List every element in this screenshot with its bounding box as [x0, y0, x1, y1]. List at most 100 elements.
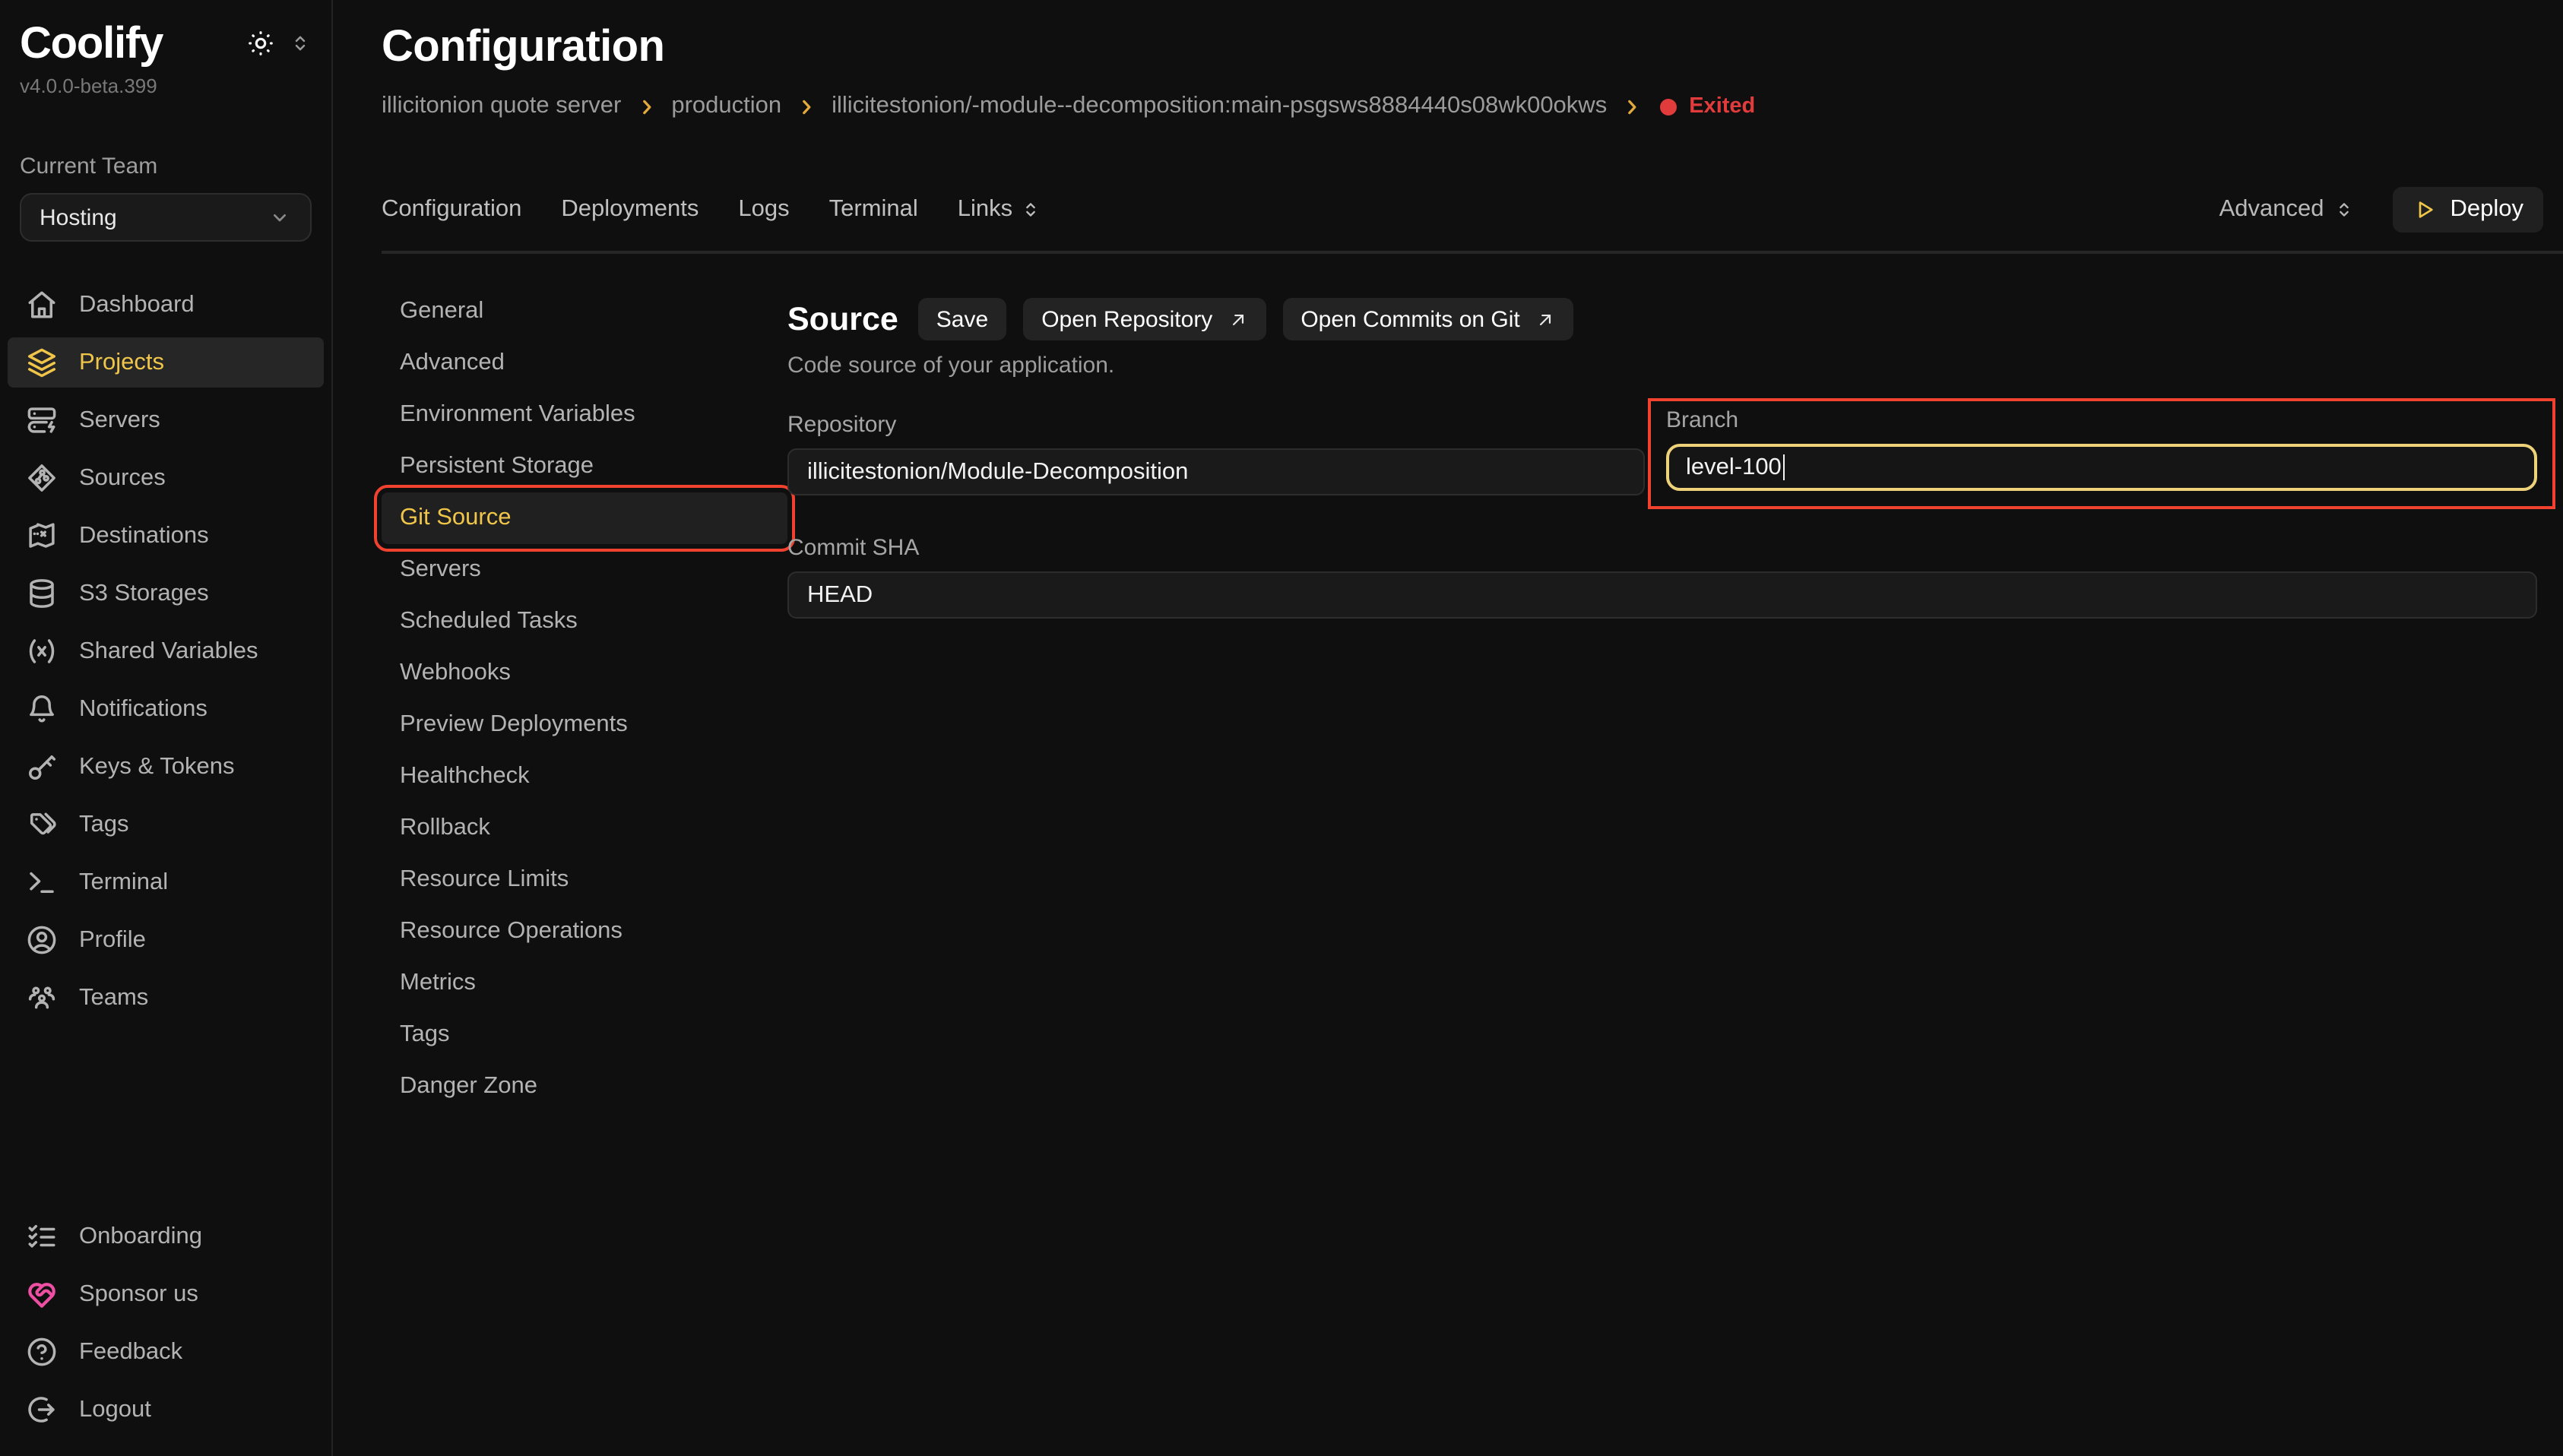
sidebar-nav: Dashboard Projects Servers Sources Desti…: [0, 280, 331, 1023]
theme-select-chevrons-icon[interactable]: [289, 32, 312, 55]
chevron-right-icon: [1622, 97, 1642, 116]
list-checks-icon: [26, 1220, 58, 1252]
chevrons-up-down-icon: [2333, 199, 2355, 220]
help-circle-icon: [26, 1336, 58, 1368]
theme-sun-icon[interactable]: [246, 29, 275, 58]
tab-terminal[interactable]: Terminal: [829, 196, 918, 223]
subnav-item-advanced[interactable]: Advanced: [382, 337, 787, 389]
branch-field-group: Branch level-100: [1651, 407, 2537, 506]
breadcrumb-project[interactable]: illicitonion quote server: [382, 93, 621, 120]
database-icon: [26, 578, 58, 609]
git-source-icon: [26, 462, 58, 494]
advanced-dropdown[interactable]: Advanced: [2219, 196, 2355, 223]
sidebar-item-feedback[interactable]: Feedback: [8, 1327, 324, 1377]
external-link-icon: [1228, 309, 1247, 329]
sidebar-item-destinations[interactable]: Destinations: [8, 511, 324, 561]
status-badge: Exited: [1660, 94, 1755, 119]
tab-deployments[interactable]: Deployments: [561, 196, 699, 223]
sidebar-item-projects[interactable]: Projects: [8, 337, 324, 388]
section-title: Source: [787, 300, 898, 338]
chevron-right-icon: [636, 97, 656, 116]
tab-configuration[interactable]: Configuration: [382, 196, 521, 223]
save-button[interactable]: Save: [918, 298, 1006, 340]
status-text: Exited: [1689, 94, 1755, 119]
chevrons-up-down-icon: [1020, 199, 1041, 220]
breadcrumb-environment[interactable]: production: [671, 93, 781, 120]
sidebar-item-teams[interactable]: Teams: [8, 973, 324, 1023]
chevron-right-icon: [797, 97, 816, 116]
sidebar-item-s3-storages[interactable]: S3 Storages: [8, 568, 324, 619]
commit-sha-input[interactable]: HEAD: [787, 571, 2537, 619]
breadcrumb: illicitonion quote server production ill…: [382, 93, 2563, 120]
subnav-item-healthcheck[interactable]: Healthcheck: [382, 751, 787, 802]
sidebar-item-keys-tokens[interactable]: Keys & Tokens: [8, 742, 324, 792]
sidebar-item-logout[interactable]: Logout: [8, 1385, 324, 1435]
team-select-value: Hosting: [40, 204, 117, 230]
tab-links[interactable]: Links: [958, 196, 1041, 223]
app-logo: Coolify: [20, 18, 163, 70]
tabs-row: Configuration Deployments Logs Terminal …: [382, 187, 2563, 233]
open-commits-button[interactable]: Open Commits on Git: [1282, 298, 1573, 340]
repository-field-group: Repository illicitestonion/Module-Decomp…: [787, 407, 1645, 506]
settings-subnav: General Advanced Environment Variables P…: [382, 254, 787, 1456]
subnav-item-resource-operations[interactable]: Resource Operations: [382, 906, 787, 957]
tags-icon: [26, 809, 58, 840]
external-link-icon: [1535, 309, 1555, 329]
subnav-item-environment-variables[interactable]: Environment Variables: [382, 389, 787, 441]
subnav-item-tags[interactable]: Tags: [382, 1009, 787, 1061]
sidebar-item-terminal[interactable]: Terminal: [8, 857, 324, 907]
repository-label: Repository: [787, 412, 1645, 438]
branch-annotation-box: Branch level-100: [1651, 401, 2552, 506]
commit-sha-field-group: Commit SHA HEAD: [787, 535, 2537, 619]
branch-label: Branch: [1666, 407, 2537, 433]
main-content: Configuration illicitonion quote server …: [333, 0, 2563, 1456]
commit-sha-label: Commit SHA: [787, 535, 2537, 561]
subnav-item-preview-deployments[interactable]: Preview Deployments: [382, 699, 787, 751]
team-select[interactable]: Hosting: [20, 193, 312, 242]
user-circle-icon: [26, 924, 58, 956]
sidebar-item-sponsor-us[interactable]: Sponsor us: [8, 1269, 324, 1319]
home-icon: [26, 289, 58, 321]
breadcrumb-application[interactable]: illicitestonion/-module--decomposition:m…: [832, 93, 1607, 120]
app-window: Coolify v4.0.0-beta.399 Current Team Hos…: [0, 0, 2563, 1456]
play-icon: [2413, 198, 2437, 222]
sidebar-item-sources[interactable]: Sources: [8, 453, 324, 503]
section-description: Code source of your application.: [787, 353, 2537, 378]
git-source-panel: Source Save Open Repository Open Commits…: [787, 254, 2563, 1456]
bell-icon: [26, 693, 58, 725]
sidebar-item-shared-variables[interactable]: Shared Variables: [8, 626, 324, 676]
parentheses-x-icon: [26, 635, 58, 667]
tab-logs[interactable]: Logs: [738, 196, 789, 223]
subnav-item-metrics[interactable]: Metrics: [382, 957, 787, 1009]
users-icon: [26, 982, 58, 1014]
sidebar: Coolify v4.0.0-beta.399 Current Team Hos…: [0, 0, 333, 1456]
deploy-button[interactable]: Deploy: [2393, 187, 2544, 233]
sidebar-item-profile[interactable]: Profile: [8, 915, 324, 965]
subnav-item-persistent-storage[interactable]: Persistent Storage: [382, 441, 787, 492]
subnav-item-git-source[interactable]: Git Source: [382, 492, 787, 544]
subnav-item-general[interactable]: General: [382, 286, 787, 337]
server-icon: [26, 404, 58, 436]
subnav-item-scheduled-tasks[interactable]: Scheduled Tasks: [382, 596, 787, 647]
subnav-item-servers[interactable]: Servers: [382, 544, 787, 596]
sidebar-item-servers[interactable]: Servers: [8, 395, 324, 445]
sidebar-item-dashboard[interactable]: Dashboard: [8, 280, 324, 330]
terminal-icon: [26, 866, 58, 898]
app-version: v4.0.0-beta.399: [20, 74, 312, 97]
subnav-item-resource-limits[interactable]: Resource Limits: [382, 854, 787, 906]
map-icon: [26, 520, 58, 552]
current-team-label: Current Team: [20, 154, 312, 179]
logout-icon: [26, 1394, 58, 1426]
subnav-item-rollback[interactable]: Rollback: [382, 802, 787, 854]
subnav-item-webhooks[interactable]: Webhooks: [382, 647, 787, 699]
heart-handshake-icon: [26, 1278, 58, 1310]
repository-input[interactable]: illicitestonion/Module-Decomposition: [787, 448, 1645, 495]
open-repository-button[interactable]: Open Repository: [1023, 298, 1266, 340]
sidebar-item-tags[interactable]: Tags: [8, 799, 324, 850]
branch-input[interactable]: level-100: [1666, 444, 2537, 491]
sidebar-item-onboarding[interactable]: Onboarding: [8, 1211, 324, 1261]
subnav-item-danger-zone[interactable]: Danger Zone: [382, 1061, 787, 1113]
sidebar-item-notifications[interactable]: Notifications: [8, 684, 324, 734]
page-title: Configuration: [382, 23, 2563, 73]
layers-icon: [26, 347, 58, 378]
